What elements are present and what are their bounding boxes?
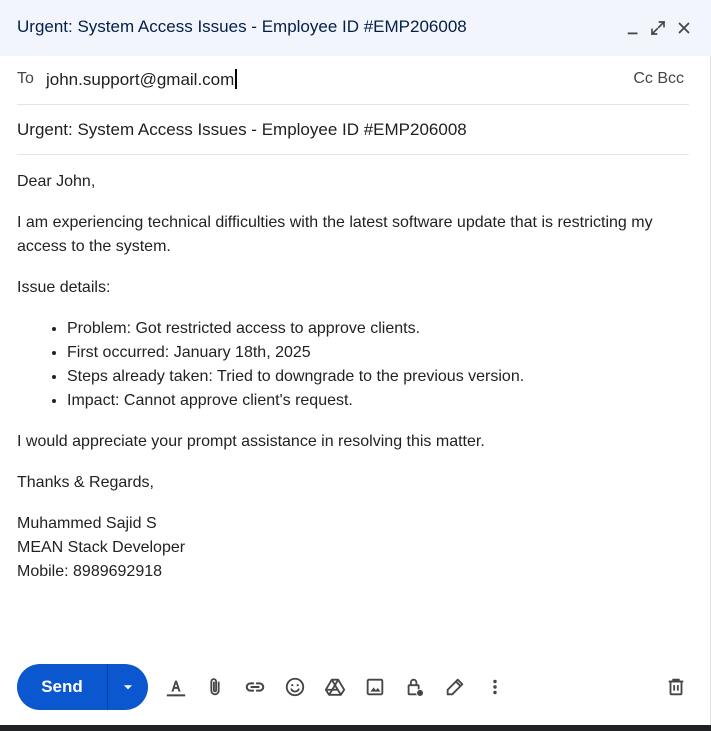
link-icon[interactable] — [243, 675, 267, 699]
compose-toolbar: Send — [0, 662, 711, 712]
signature-role: MEAN Stack Developer — [17, 539, 186, 556]
photo-icon[interactable] — [363, 675, 387, 699]
discard-trash-icon[interactable] — [664, 675, 688, 699]
subject-row: Urgent: System Access Issues - Employee … — [17, 105, 689, 155]
cc-link[interactable]: Cc — [633, 70, 653, 87]
to-field-text: john.support@gmail.com — [46, 70, 235, 89]
minimize-icon[interactable] — [623, 18, 643, 38]
drive-icon[interactable] — [323, 675, 347, 699]
compose-window: Urgent: System Access Issues - Employee … — [0, 0, 711, 725]
signature-name: Muhammed Sajid S — [17, 515, 157, 532]
send-button[interactable]: Send — [17, 664, 107, 710]
closing-request: I would appreciate your prompt assistanc… — [17, 433, 485, 450]
list-item: Problem: Got restricted access to approv… — [67, 317, 689, 341]
details-heading: Issue details: — [17, 279, 111, 296]
intro-paragraph: I am experiencing technical difficulties… — [17, 214, 653, 255]
signature-mobile: Mobile: 8989692918 — [17, 563, 163, 580]
taskbar-edge — [0, 725, 711, 731]
cc-bcc-links: Cc Bcc — [633, 70, 684, 88]
attach-icon[interactable] — [203, 675, 227, 699]
send-button-group: Send — [17, 664, 148, 710]
to-row: To john.support@gmail.com Cc Bcc — [17, 56, 689, 105]
compose-titlebar[interactable]: Urgent: System Access Issues - Employee … — [0, 0, 711, 56]
to-field[interactable]: john.support@gmail.com — [46, 69, 238, 90]
more-options-icon[interactable] — [483, 675, 507, 699]
list-item: Steps already taken: Tried to downgrade … — [67, 365, 689, 389]
formatting-icon[interactable] — [164, 675, 188, 699]
list-item: Impact: Cannot approve client's request. — [67, 389, 689, 413]
bcc-link[interactable]: Bcc — [657, 70, 684, 87]
signoff: Thanks & Regards, — [17, 474, 154, 491]
text-caret — [235, 69, 238, 89]
close-icon[interactable] — [674, 18, 694, 38]
to-label: To — [17, 70, 34, 87]
greeting: Dear John, — [17, 173, 96, 190]
emoji-icon[interactable] — [283, 675, 307, 699]
expand-icon[interactable] — [648, 18, 668, 38]
subject-field[interactable]: Urgent: System Access Issues - Employee … — [17, 120, 467, 140]
confidential-lock-icon[interactable] — [403, 675, 427, 699]
send-options-chevron-icon[interactable] — [108, 664, 148, 710]
details-list: Problem: Got restricted access to approv… — [17, 317, 689, 413]
list-item: First occurred: January 18th, 2025 — [67, 341, 689, 365]
signature: Muhammed Sajid S MEAN Stack Developer Mo… — [17, 512, 689, 584]
signature-pen-icon[interactable] — [443, 675, 467, 699]
message-body[interactable]: Dear John, I am experiencing technical d… — [17, 170, 689, 584]
compose-title: Urgent: System Access Issues - Employee … — [17, 17, 467, 36]
